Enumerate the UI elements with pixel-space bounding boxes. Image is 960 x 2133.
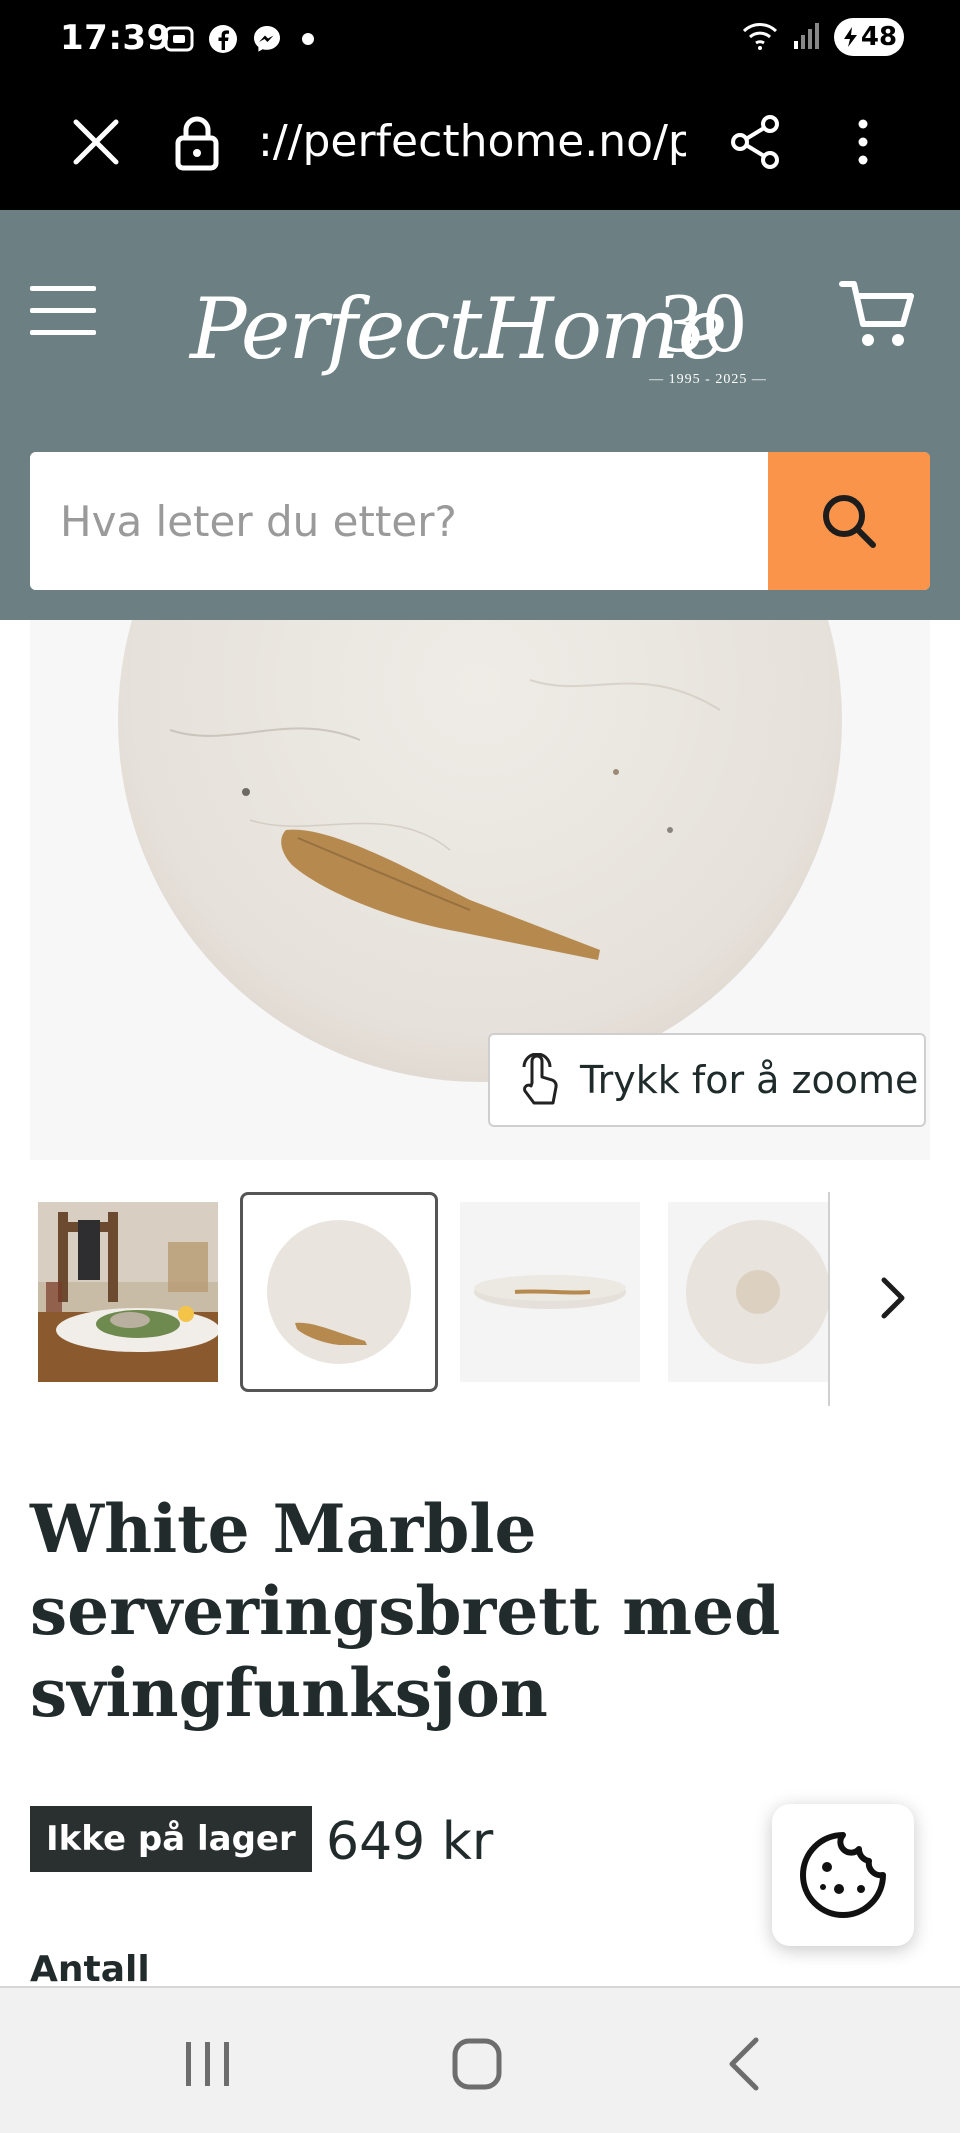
product-price: 649 kr bbox=[326, 1812, 494, 1872]
search-input[interactable] bbox=[30, 452, 770, 590]
back-icon[interactable] bbox=[724, 2036, 764, 2092]
recents-icon[interactable] bbox=[178, 2038, 238, 2090]
home-icon[interactable] bbox=[452, 2036, 502, 2092]
thumbnail-bottom[interactable] bbox=[668, 1202, 828, 1382]
screenshot-icon bbox=[162, 22, 196, 56]
site-header: PerfectHome 30 — 1995 - 2025 — bbox=[0, 210, 960, 620]
search-icon bbox=[823, 495, 876, 548]
cart-icon[interactable] bbox=[838, 276, 918, 356]
thumbnail-lifestyle[interactable] bbox=[38, 1202, 218, 1382]
battery-icon: 48 bbox=[834, 18, 904, 56]
lock-icon[interactable] bbox=[172, 114, 222, 172]
menu-icon[interactable] bbox=[30, 286, 96, 338]
thumbnail-side[interactable] bbox=[460, 1202, 640, 1382]
cookie-icon bbox=[800, 1832, 886, 1918]
share-icon[interactable] bbox=[728, 112, 784, 172]
browser-bar: ://perfecthome.no/p bbox=[0, 82, 960, 210]
product-image[interactable]: Trykk for å zoome bbox=[30, 620, 930, 1160]
thumbnail-divider bbox=[828, 1192, 830, 1406]
logo-years: — 1995 - 2025 — bbox=[649, 372, 767, 387]
zoom-hint-label: Trykk for å zoome bbox=[580, 1058, 919, 1102]
wifi-icon bbox=[740, 19, 780, 55]
more-vert-icon[interactable] bbox=[848, 112, 878, 172]
stock-status-badge: Ikke på lager bbox=[30, 1806, 312, 1872]
zoom-hint[interactable]: Trykk for å zoome bbox=[488, 1033, 926, 1127]
notification-dot bbox=[302, 33, 314, 45]
thumbnail-strip bbox=[30, 1192, 930, 1412]
search-button[interactable] bbox=[768, 452, 930, 590]
url-bar[interactable]: ://perfecthome.no/p bbox=[258, 112, 686, 172]
screen: 17:39 48://perfecthome.no/p PerfectHome… bbox=[0, 0, 960, 2133]
facebook-icon bbox=[206, 22, 240, 56]
status-time: 17:39 bbox=[60, 18, 171, 58]
chevron-right-icon[interactable] bbox=[868, 1270, 918, 1326]
close-icon[interactable] bbox=[68, 114, 124, 170]
logo-anniversary: 30 bbox=[660, 274, 746, 370]
messenger-icon bbox=[250, 22, 284, 56]
battery-level: 48 bbox=[860, 22, 898, 52]
status-bar: 17:39 48 bbox=[0, 0, 960, 82]
system-nav-bar bbox=[0, 1986, 960, 2133]
cookie-settings-button[interactable] bbox=[772, 1804, 914, 1946]
product-title: White Marble serveringsbrett med svingfu… bbox=[30, 1490, 781, 1732]
thumbnail-selected[interactable] bbox=[240, 1192, 438, 1392]
signal-icon bbox=[792, 19, 822, 55]
site-logo[interactable]: PerfectHome 30 — 1995 - 2025 — bbox=[190, 254, 790, 394]
search-bar bbox=[30, 452, 930, 590]
tap-finger-icon bbox=[522, 1053, 558, 1105]
